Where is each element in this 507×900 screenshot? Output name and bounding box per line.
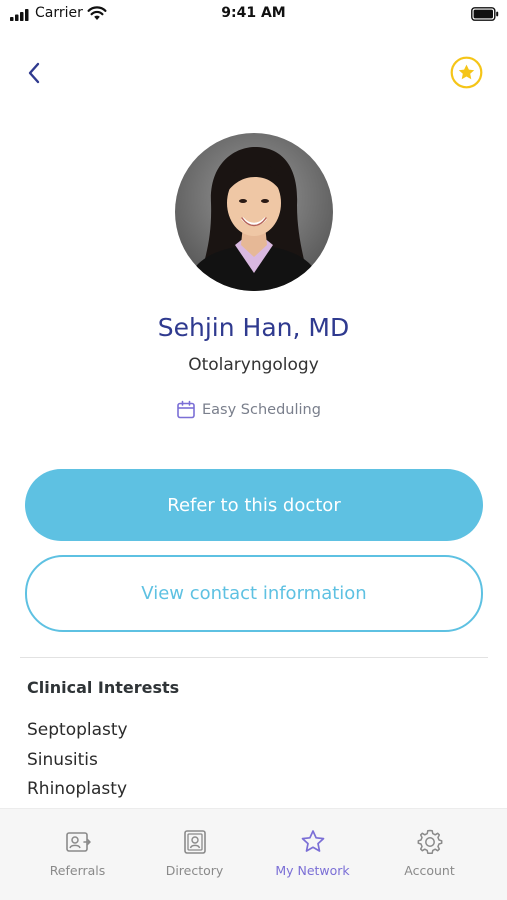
clinical-interests-list: Septoplasty Sinusitis Rhinoplasty: [27, 716, 128, 805]
calendar-icon: [177, 400, 195, 419]
doctor-name: Sehjin Han, MD: [157, 313, 350, 342]
gear-icon: [417, 829, 442, 854]
divider: [20, 657, 488, 658]
view-contact-button-label: View contact information: [141, 583, 367, 604]
tab-bar: Referrals Directory My Network Account: [0, 808, 507, 900]
specialty: Otolaryngology: [188, 355, 319, 375]
list-item: Sinusitis: [27, 749, 98, 770]
tab-label: Referrals: [49, 863, 106, 878]
star-icon: [301, 830, 324, 852]
easy-scheduling-badge: Easy Scheduling: [176, 398, 321, 422]
tab-label: Directory: [165, 863, 224, 878]
tab-directory[interactable]: Directory: [136, 809, 253, 900]
tab-my-network[interactable]: My Network: [254, 809, 371, 900]
clinical-interests-title: Clinical Interests: [27, 678, 180, 697]
star-icon: [450, 56, 483, 89]
tab-referrals[interactable]: Referrals: [19, 809, 136, 900]
clock: 9:41 AM: [221, 5, 286, 21]
badge-label: Easy Scheduling: [202, 402, 321, 418]
avatar: [175, 133, 333, 291]
refer-button-label: Refer to this doctor: [167, 494, 341, 516]
directory-icon: [183, 830, 206, 854]
favorite-button[interactable]: [450, 56, 483, 89]
status-bar: Carrier 9:41 AM: [0, 0, 507, 30]
refer-button[interactable]: Refer to this doctor: [25, 469, 483, 541]
list-item: Septoplasty: [27, 720, 128, 740]
battery-icon: [471, 7, 499, 21]
tab-label: Account: [404, 863, 455, 878]
chevron-left-icon: [28, 62, 40, 84]
view-contact-button[interactable]: View contact information: [25, 555, 483, 632]
tab-label: My Network: [275, 863, 350, 878]
back-button[interactable]: [20, 58, 50, 88]
referral-card-icon: [65, 832, 91, 852]
list-item: Rhinoplasty: [27, 779, 127, 799]
tab-account[interactable]: Account: [371, 809, 488, 900]
doctor-photo: [175, 133, 333, 291]
